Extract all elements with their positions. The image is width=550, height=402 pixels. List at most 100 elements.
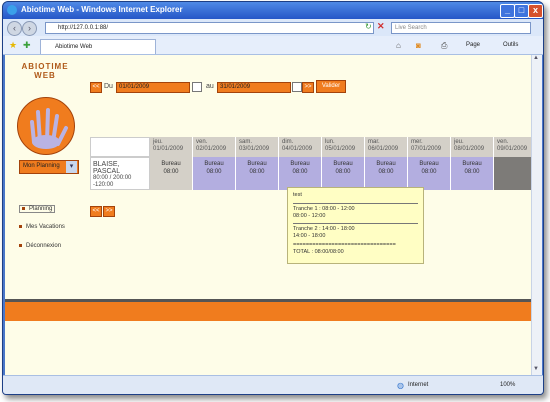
- day-of-week: lun.: [325, 139, 335, 145]
- shift-hours: 08:00: [292, 169, 308, 175]
- maximize-button[interactable]: □: [514, 4, 529, 18]
- day-of-week: jeu.: [454, 139, 464, 145]
- minimize-button[interactable]: _: [500, 4, 515, 18]
- hand-logo-icon: [17, 97, 75, 155]
- au-label: au: [206, 83, 214, 90]
- shift-hours: 08:00: [206, 169, 222, 175]
- employee-balance: -120:00: [93, 182, 114, 188]
- shift-tooltip: test Tranche 1 : 08:00 - 12:00 08:00 - 1…: [287, 187, 424, 264]
- bullet-icon: [19, 243, 22, 247]
- bullet-icon: [22, 206, 25, 210]
- bullet-icon: [19, 224, 22, 228]
- day-header: lun. 05/01/2009: [322, 137, 365, 157]
- prev-period-button[interactable]: <<: [90, 82, 102, 93]
- tooltip-total: TOTAL : 08:00/08:00: [293, 249, 344, 255]
- feeds-icon[interactable]: ◙: [416, 41, 421, 50]
- du-label: Du: [104, 83, 113, 90]
- day-date: 02/01/2009: [196, 146, 227, 152]
- day-of-week: jeu.: [153, 139, 163, 145]
- ie-logo-icon: [7, 5, 17, 15]
- shift-label: Bureau: [419, 161, 439, 167]
- refresh-icon[interactable]: ↻: [365, 22, 372, 31]
- search-input[interactable]: Live Search: [391, 22, 531, 34]
- close-button[interactable]: x: [528, 4, 543, 18]
- shift-hours: 08:00: [335, 169, 351, 175]
- page-menu[interactable]: Page: [466, 42, 480, 48]
- globe-icon: ◍: [397, 381, 404, 390]
- calendar-icon[interactable]: [292, 82, 302, 92]
- status-bar: ◍ Internet 100%: [3, 375, 543, 394]
- day-date: 05/01/2009: [325, 146, 356, 152]
- tab-abiotime[interactable]: Abiotime Web: [40, 39, 156, 54]
- scroll-up-icon[interactable]: ▲: [533, 55, 539, 61]
- shift-hours: 08:00: [464, 169, 480, 175]
- forward-icon[interactable]: ›: [22, 21, 37, 36]
- day-header: sam. 03/01/2009: [236, 137, 279, 157]
- shift-cell[interactable]: Bureau 08:00: [236, 157, 279, 190]
- vertical-scrollbar[interactable]: ▲ ▼: [531, 55, 542, 375]
- day-date: 07/01/2009: [411, 146, 442, 152]
- day-header: mer. 07/01/2009: [408, 137, 451, 157]
- grid-corner: [90, 137, 150, 157]
- zoom-level[interactable]: 100%: [500, 382, 515, 388]
- shift-label: Bureau: [462, 161, 482, 167]
- view-select-value: Mon Planning: [23, 163, 60, 169]
- zone-label: Internet: [408, 382, 429, 388]
- day-date: 04/01/2009: [282, 146, 313, 152]
- shift-hours: 08:00: [378, 169, 394, 175]
- shift-cell[interactable]: Bureau 08:00: [279, 157, 322, 190]
- employee-name: BLAISE, PASCAL: [93, 161, 121, 175]
- validate-button[interactable]: Valider: [316, 80, 346, 93]
- shift-cell[interactable]: Bureau 08:00: [451, 157, 494, 190]
- favorites-star-icon[interactable]: ★: [9, 40, 17, 51]
- calendar-icon[interactable]: [192, 82, 202, 92]
- shift-hours: 08:00: [421, 169, 437, 175]
- page-content: ABIOTIME WEB Mon Planning ▾ Planning Mes…: [5, 55, 537, 375]
- shift-cell[interactable]: Bureau 08:00: [365, 157, 408, 190]
- tooltip-slot2-range: 14:00 - 18:00: [293, 233, 326, 239]
- date-from-input[interactable]: 01/01/2009: [116, 82, 190, 93]
- shift-label: Bureau: [376, 161, 396, 167]
- shift-cell[interactable]: Bureau 08:00: [408, 157, 451, 190]
- back-icon[interactable]: ‹: [7, 21, 22, 36]
- shift-label: Bureau: [204, 161, 224, 167]
- view-select[interactable]: Mon Planning ▾: [19, 160, 79, 174]
- tab-bar: ★ ✚ Abiotime Web ⌂ ◙ ⎙ Page Outils: [3, 36, 543, 55]
- window-title: Abiotime Web - Windows Internet Explorer: [21, 5, 183, 14]
- employee-cell: BLAISE, PASCAL 80:00 / 200:00 -120:00: [90, 157, 150, 190]
- shift-cell[interactable]: Bureau 08:00: [150, 157, 193, 190]
- tooltip-title: test: [293, 192, 302, 198]
- nav-mes-vacations[interactable]: Mes Vacations: [19, 224, 65, 230]
- shift-cell[interactable]: Bureau 08:00: [322, 157, 365, 190]
- shift-label: Bureau: [161, 161, 181, 167]
- stop-icon[interactable]: ✕: [377, 21, 385, 32]
- chevron-down-icon[interactable]: ▾: [66, 161, 77, 173]
- browser-window: Abiotime Web - Windows Internet Explorer…: [2, 1, 544, 395]
- home-icon[interactable]: ⌂: [396, 41, 401, 50]
- app-name-line2: WEB: [34, 71, 56, 80]
- shift-label: Bureau: [247, 161, 267, 167]
- print-icon[interactable]: ⎙: [441, 41, 447, 51]
- day-header: mar. 06/01/2009: [365, 137, 408, 157]
- day-of-week: ven.: [196, 139, 208, 145]
- tools-menu[interactable]: Outils: [503, 42, 518, 48]
- next-period-button[interactable]: >>: [302, 82, 314, 93]
- grid-next-button[interactable]: >>: [103, 206, 115, 217]
- date-to-input[interactable]: 31/01/2009: [217, 82, 291, 93]
- day-header: dim. 04/01/2009: [279, 137, 322, 157]
- day-of-week: dim.: [282, 139, 294, 145]
- tooltip-slot1: Tranche 1 : 08:00 - 12:00: [293, 206, 355, 212]
- shift-cell[interactable]: Bureau 08:00: [193, 157, 236, 190]
- nav-planning[interactable]: Planning: [19, 205, 56, 213]
- day-of-week: mar.: [368, 139, 380, 145]
- address-input[interactable]: http://127.0.0.1:88/: [45, 22, 374, 34]
- add-favorite-icon[interactable]: ✚: [23, 40, 31, 51]
- nav-deconnexion[interactable]: Déconnexion: [19, 243, 61, 249]
- day-date: 06/01/2009: [368, 146, 399, 152]
- app-name-line1: ABIOTIME: [21, 62, 69, 71]
- grid-prev-button[interactable]: <<: [90, 206, 102, 217]
- shift-hours: 08:00: [163, 169, 179, 175]
- scroll-down-icon[interactable]: ▼: [533, 366, 539, 372]
- shift-label: Bureau: [333, 161, 353, 167]
- tooltip-slot2: Tranche 2 : 14:00 - 18:00: [293, 226, 355, 232]
